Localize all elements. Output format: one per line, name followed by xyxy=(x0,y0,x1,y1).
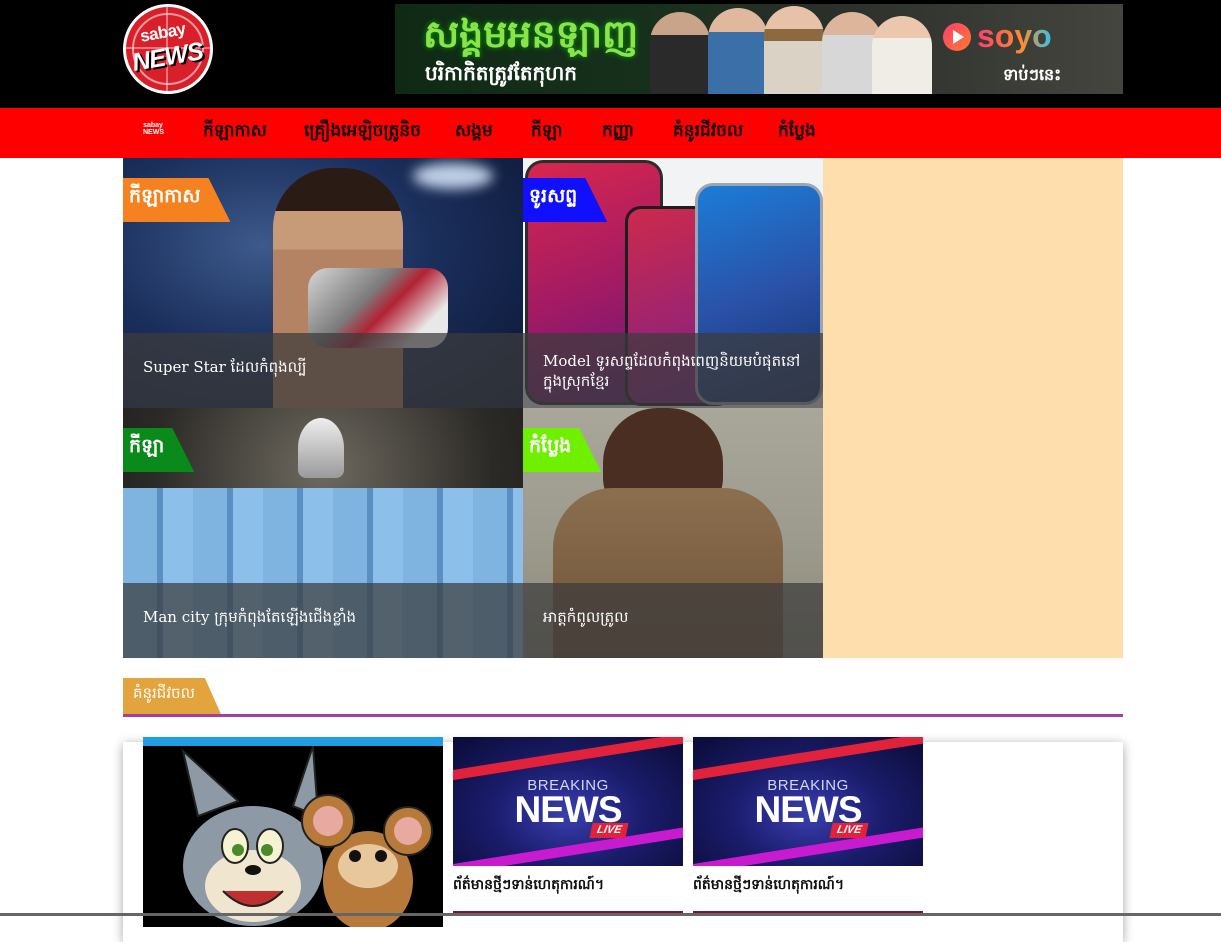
nav-item-electronics[interactable]: គ្រឿងអេឡិចត្រូនិច xyxy=(304,119,421,143)
site-header: sabay NEWS សង្គមអនឡាញ បរិកាកិតត្រូវតែកុហ… xyxy=(0,0,1221,108)
card-title[interactable]: ព័ត៌មានថ្មីៗទាន់ហេតុការណ៍។ xyxy=(693,873,844,897)
section-title-tag[interactable]: គំនូរជីវចល xyxy=(123,678,221,714)
featured-tile-comedy[interactable]: កំប្លែង អាត្តកំពូលត្រូល xyxy=(523,408,823,658)
main-navigation: sabay NEWS កីឡាកាស គ្រឿងអេឡិចត្រូនិច សង្… xyxy=(0,108,1221,158)
featured-caption[interactable]: អាត្តកំពូលត្រូល xyxy=(543,607,805,627)
banner-cast-photo xyxy=(650,4,932,94)
image-stripe-top xyxy=(453,737,683,783)
category-badge[interactable]: កំប្លែង xyxy=(523,428,601,472)
caption-overlay: Super Star ដែលកំពុងល្បី xyxy=(123,333,523,408)
category-badge[interactable]: កីឡាកាស xyxy=(123,178,230,222)
play-icon xyxy=(943,22,971,51)
featured-caption[interactable]: Model ទូរសព្ទដែលកំពុងពេញនិយមបំផុតនៅក្នុង… xyxy=(543,351,805,391)
breaking-news-thumbnail[interactable]: BREAKING NEWS LIVE xyxy=(693,737,923,866)
sabay-news-logo[interactable]: sabay NEWS xyxy=(123,4,213,94)
nav-item-society[interactable]: សង្គម xyxy=(455,119,493,143)
featured-tile-wrestler[interactable]: កីឡាកាស Super Star ដែលកំពុងល្បី xyxy=(123,158,523,408)
soyo-wordmark: soyo xyxy=(977,18,1052,54)
breaking-news-thumbnail[interactable]: BREAKING NEWS LIVE xyxy=(453,737,683,866)
nav-item-sports[interactable]: កីឡា xyxy=(531,119,563,143)
banner-title: សង្គមអនឡាញ xyxy=(423,12,639,56)
banner-subtitle: បរិកាកិតត្រូវតែកុហក xyxy=(425,61,577,85)
card-title[interactable]: ព័ត៌មានថ្មីៗទាន់ហេតុការណ៍។ xyxy=(453,873,604,897)
trophy-image xyxy=(298,418,344,478)
nav-item-cartoon[interactable]: គំនូរជីវចល xyxy=(673,119,743,143)
featured-tile-phones[interactable]: ទូរសព្ទ Model ទូរសព្ទដែលកំពុងពេញនិយមបំផុ… xyxy=(523,158,823,408)
banner-person-2 xyxy=(708,8,768,94)
featured-caption[interactable]: Super Star ដែលកំពុងល្បី xyxy=(143,357,505,377)
nav-item-girls[interactable]: កញ្ញា xyxy=(602,119,634,143)
nav-item-boxing[interactable]: កីឡាកាស xyxy=(203,119,267,143)
sidebar-advertisement[interactable] xyxy=(823,158,1123,658)
featured-caption[interactable]: Man city ក្រុមកំពុងតែឡើងជើងខ្លាំង xyxy=(143,607,505,627)
nav-item-comedy[interactable]: កំប្លែង xyxy=(778,119,816,143)
image-stripe-top xyxy=(693,737,923,783)
news-label: NEWS xyxy=(514,789,623,830)
category-badge[interactable]: កីឡា xyxy=(123,428,194,472)
featured-grid: កីឡាកាស Super Star ដែលកំពុងល្បី ទូរសព្ទ … xyxy=(123,158,823,658)
tom-and-jerry-image xyxy=(181,746,433,927)
featured-tile-football[interactable]: កីឡា Man city ក្រុមកំពុងតែឡើងជើងខ្លាំង xyxy=(123,408,523,658)
nav-home-logo[interactable]: sabay NEWS xyxy=(143,122,164,136)
news-label: NEWS xyxy=(754,789,863,830)
section-divider xyxy=(123,714,1123,717)
banner-person-5 xyxy=(872,16,932,94)
stage-light xyxy=(413,163,493,189)
caption-overlay: Man city ក្រុមកំពុងតែឡើងជើងខ្លាំង xyxy=(123,583,523,658)
top-advertisement-banner[interactable]: សង្គមអនឡាញ បរិកាកិតត្រូវតែកុហក soyo ទាប់… xyxy=(395,4,1123,94)
caption-overlay: អាត្តកំពូលត្រូល xyxy=(523,583,823,658)
live-badge: LIVE xyxy=(589,823,630,838)
banner-person-1 xyxy=(650,12,710,94)
live-badge: LIVE xyxy=(829,823,870,838)
banner-person-3 xyxy=(764,6,824,94)
caption-overlay: Model ទូរសព្ទដែលកំពុងពេញនិយមបំផុតនៅក្នុង… xyxy=(523,333,823,408)
cartoon-feature-card[interactable] xyxy=(143,737,443,927)
soyo-brand: soyo xyxy=(943,18,1052,55)
banner-cta: ទាប់ៗនេះ xyxy=(1003,65,1062,84)
